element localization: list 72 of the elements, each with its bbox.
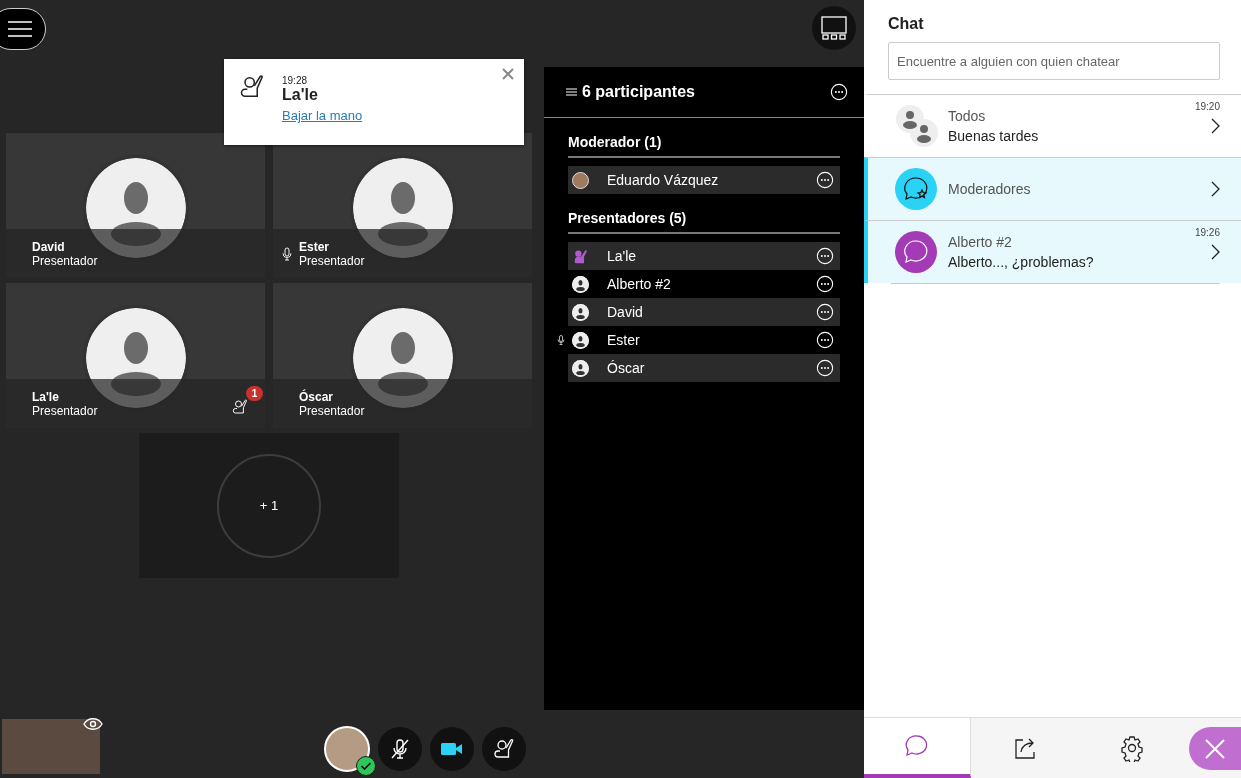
more-options-icon[interactable] — [816, 247, 834, 265]
profile-avatar[interactable] — [324, 726, 370, 772]
participant-row[interactable]: La'le — [568, 242, 840, 270]
participant-name: Ester — [299, 239, 331, 254]
more-options-icon[interactable] — [830, 83, 848, 101]
raise-hand-button[interactable] — [482, 727, 526, 771]
chat-tab[interactable] — [864, 718, 971, 778]
person-icon — [572, 359, 589, 377]
search-field[interactable]: Encuentre a alguien con quien chatear — [888, 42, 1220, 80]
participant-role: Presentador — [32, 403, 98, 418]
raised-hand-icon — [231, 398, 249, 416]
more-options-icon[interactable] — [816, 275, 834, 293]
conversation-name: Alberto #2 — [948, 234, 1013, 250]
close-icon[interactable] — [502, 68, 514, 80]
panel-title: 6 participantes — [582, 83, 696, 101]
raised-hand-icon — [492, 737, 516, 761]
menu-icon — [8, 21, 32, 37]
conversation-item[interactable]: Alberto #2 Alberto..., ¿problemas? 19:26 — [864, 220, 1241, 283]
chat-title: Chat — [887, 14, 925, 34]
raised-hand-icon — [572, 247, 589, 265]
message-preview: Buenas tardes — [948, 128, 1040, 144]
message-time: 19:26 — [1194, 227, 1220, 238]
participant-name: Eduardo Vázquez — [607, 172, 720, 188]
more-options-icon[interactable] — [816, 303, 834, 321]
eye-icon[interactable] — [83, 717, 103, 731]
more-options-icon[interactable] — [816, 331, 834, 349]
menu-button[interactable] — [0, 8, 46, 50]
message-preview: Alberto..., ¿problemas? — [948, 254, 1095, 270]
participant-role: Presentador — [32, 253, 98, 268]
chevron-icon — [1210, 181, 1220, 197]
lower-hand-link[interactable]: Bajar la mano — [282, 108, 363, 123]
hand-count-badge: 1 — [246, 386, 263, 401]
close-panel-button[interactable] — [1189, 727, 1241, 770]
conversation-name: Moderadores — [948, 181, 1032, 197]
participant-role: Presentador — [299, 403, 365, 418]
avatar-photo-placeholder — [572, 171, 589, 189]
group-icon — [895, 104, 939, 148]
conversation-item[interactable]: Moderadores — [864, 157, 1241, 220]
menu-icon[interactable] — [566, 88, 577, 96]
participant-name: Alberto #2 — [607, 276, 672, 292]
more-participants-count[interactable]: + 1 — [217, 453, 321, 558]
layout-icon — [821, 16, 847, 40]
layout-button[interactable] — [812, 6, 856, 50]
notification-time: 19:28 — [282, 75, 309, 86]
more-options-icon[interactable] — [816, 359, 834, 377]
participant-row[interactable]: Óscar — [568, 354, 840, 382]
participant-name: Ester — [607, 332, 641, 348]
participant-row[interactable]: Ester — [568, 326, 840, 354]
close-icon — [1204, 737, 1226, 760]
participant-role: Presentador — [299, 253, 365, 268]
microphone-button[interactable] — [378, 727, 422, 771]
more-options-icon[interactable] — [816, 171, 834, 189]
person-icon — [572, 331, 589, 349]
participant-name: Óscar — [607, 360, 646, 376]
participant-name: David — [607, 304, 644, 320]
group-heading: Presentadores (5) — [568, 194, 840, 234]
chevron-icon — [1210, 118, 1220, 134]
chevron-icon — [1210, 244, 1220, 260]
group-heading: Moderador (1) — [568, 118, 840, 158]
participant-row[interactable]: David — [568, 298, 840, 326]
person-icon — [572, 303, 589, 321]
participant-name: Óscar — [299, 389, 335, 404]
participant-name: David — [32, 239, 66, 254]
participant-row[interactable]: Alberto #2 — [568, 270, 840, 298]
camera-button[interactable] — [430, 727, 474, 771]
participant-name: La'le — [32, 389, 60, 404]
notification-name: La'le — [282, 86, 319, 104]
message-time: 19:20 — [1194, 101, 1220, 112]
conversation-name: Todos — [948, 108, 987, 124]
participant-row[interactable]: Eduardo Vázquez — [568, 166, 840, 194]
person-icon — [572, 275, 589, 293]
participant-name: La'le — [607, 248, 638, 264]
